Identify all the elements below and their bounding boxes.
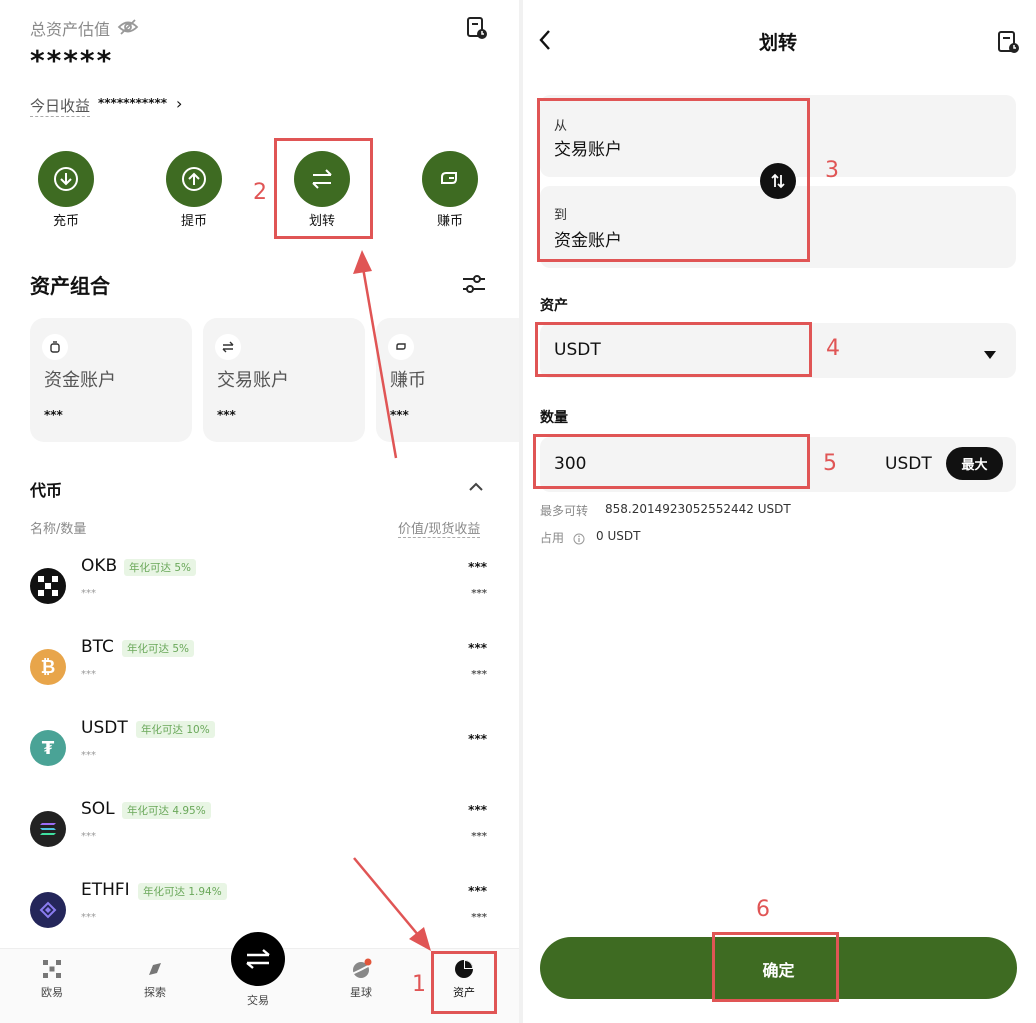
amount-unit: USDT	[885, 454, 932, 474]
annotation-box-6	[712, 932, 839, 1002]
annotation-number-4: 4	[826, 336, 840, 361]
annotation-number-3: 3	[825, 158, 839, 183]
max-transfer-value: 858.2014923052552442 USDT	[605, 502, 791, 516]
annotation-box-4	[535, 322, 812, 377]
max-button[interactable]: 最大	[946, 447, 1003, 480]
page-title: 划转	[758, 32, 797, 54]
amount-label: 数量	[540, 410, 568, 426]
annotation-number-5: 5	[823, 451, 837, 476]
annotation-box-3	[537, 98, 810, 262]
history-icon[interactable]	[997, 30, 1021, 58]
annotation-number-6: 6	[756, 897, 770, 922]
info-icon[interactable]	[573, 530, 585, 549]
back-chevron-icon[interactable]	[538, 28, 552, 56]
asset-label: 资产	[540, 298, 568, 314]
annotation-box-5	[533, 434, 810, 489]
occupied-label: 占用	[540, 531, 565, 545]
dropdown-caret-icon	[984, 345, 996, 364]
annotation-arrows	[353, 250, 431, 951]
max-transfer-label: 最多可转	[540, 504, 589, 518]
occupied-value: 0 USDT	[596, 529, 641, 543]
panel-divider	[519, 0, 523, 1023]
